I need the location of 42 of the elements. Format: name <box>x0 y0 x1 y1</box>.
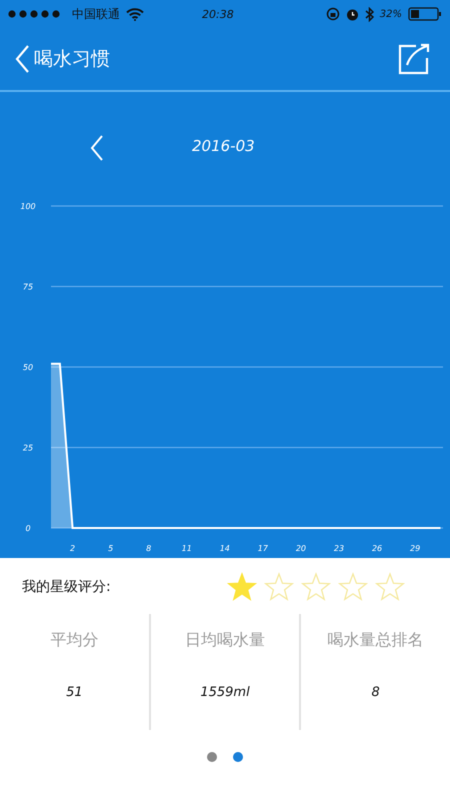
stat-label: 平均分 <box>50 630 98 651</box>
alarm-icon <box>346 8 359 20</box>
stat-value: 51 <box>66 685 83 700</box>
share-icon[interactable] <box>396 43 430 75</box>
wifi-icon <box>126 8 144 20</box>
carrier-name: 中国联通 <box>72 6 120 22</box>
page-dot[interactable] <box>207 752 217 762</box>
stat-label: 日均喝水量 <box>185 630 265 651</box>
y-tick-label: 100 <box>20 202 36 211</box>
x-tick-label: 26 <box>372 544 382 553</box>
stat-value: 1559ml <box>200 685 250 700</box>
y-tick-label: 0 <box>25 524 31 533</box>
x-tick-label: 14 <box>220 544 230 553</box>
y-tick-label: 25 <box>22 444 34 452</box>
star-icon <box>263 572 295 602</box>
rotation-lock-icon <box>326 7 340 21</box>
y-tick-label: 75 <box>22 282 34 292</box>
x-tick-label: 8 <box>146 544 152 553</box>
x-tick-label: 17 <box>258 544 268 553</box>
battery-icon <box>408 7 442 21</box>
clock-time: 20:38 <box>202 8 234 20</box>
back-icon <box>14 44 30 74</box>
star-icon <box>374 572 406 602</box>
x-tick-label: 2 <box>70 544 76 553</box>
star-icon <box>337 572 369 602</box>
y-tick-label: 50 <box>22 363 34 372</box>
x-tick-label: 11 <box>182 544 192 553</box>
rating-label: 我的星级评分: <box>22 578 111 596</box>
star-icon <box>300 572 332 602</box>
battery-percent: 32% <box>380 8 402 20</box>
stat-label: 喝水量总排名 <box>328 630 424 651</box>
x-tick-label: 20 <box>296 544 306 553</box>
bluetooth-icon <box>364 6 374 22</box>
page-dot[interactable] <box>233 752 243 762</box>
star-icon <box>226 572 258 602</box>
month-label: 2016-03 <box>192 137 255 155</box>
x-tick-label: 5 <box>108 544 114 553</box>
previous-month-icon[interactable] <box>90 134 104 162</box>
back-button[interactable]: 喝水习惯 <box>14 44 110 74</box>
x-tick-label: 23 <box>334 544 344 553</box>
x-tick-label: 29 <box>410 544 420 553</box>
stat-value: 8 <box>372 685 380 700</box>
